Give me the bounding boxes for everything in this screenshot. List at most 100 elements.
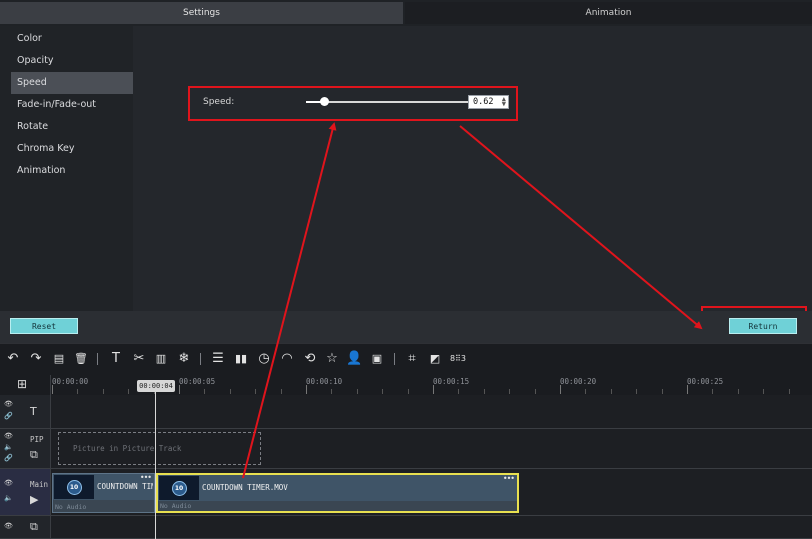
redo-icon[interactable]: ↷ bbox=[28, 351, 44, 367]
ruler-tick bbox=[763, 389, 764, 394]
nav-item-fade[interactable]: Fade-in/Fade-out bbox=[11, 94, 133, 116]
ruler-tick bbox=[535, 389, 536, 394]
tick-label: 00:00:00 bbox=[52, 377, 89, 386]
mosaic-icon[interactable]: ◩ bbox=[427, 351, 443, 367]
eye-icon[interactable]: 👁 bbox=[4, 432, 13, 440]
person-icon[interactable]: 👤 bbox=[346, 351, 362, 367]
nav-item-rotate[interactable]: Rotate bbox=[11, 116, 133, 138]
pip-placeholder[interactable]: Picture in Picture Track bbox=[58, 432, 261, 465]
ruler-tick bbox=[484, 389, 485, 394]
text-track-header: 👁 🔗 T bbox=[0, 395, 51, 429]
tab-animation[interactable]: Animation bbox=[405, 2, 812, 24]
ruler-tick bbox=[103, 389, 104, 394]
tick-label: 00:00:15 bbox=[433, 377, 470, 386]
clip-audio-label: No Audio bbox=[55, 503, 87, 511]
tick-label: 00:00:25 bbox=[687, 377, 724, 386]
ruler-tick bbox=[281, 389, 282, 394]
video-track-icon: ▶ bbox=[30, 493, 39, 506]
paste-icon[interactable]: ▤ bbox=[51, 351, 67, 367]
delete-icon[interactable]: 🗑 bbox=[73, 351, 89, 367]
clock-icon[interactable]: ◷ bbox=[256, 351, 272, 367]
more-icon[interactable]: ••• bbox=[503, 474, 515, 483]
ruler-tick bbox=[687, 385, 688, 394]
toolbar-separator bbox=[200, 353, 201, 365]
text-track[interactable] bbox=[51, 395, 812, 429]
link-icon[interactable]: 🔗 bbox=[4, 412, 13, 420]
clip-thumb-badge: 10 bbox=[171, 480, 187, 496]
main-track-header: 👁 🔈 Main ▶ bbox=[0, 469, 51, 516]
split-icon[interactable]: ▥ bbox=[153, 351, 169, 367]
transition-icon[interactable]: ⟲ bbox=[302, 351, 318, 367]
settings-content bbox=[133, 26, 812, 311]
speed-icon[interactable]: ◠ bbox=[279, 351, 295, 367]
speaker-icon[interactable]: 🔈 bbox=[4, 494, 13, 502]
eye-icon[interactable]: 👁 bbox=[4, 479, 13, 487]
nav-item-speed[interactable]: Speed bbox=[11, 72, 133, 94]
clip-title: COUNTDOWN TIMER.MOV bbox=[202, 483, 288, 492]
audio-bars-icon[interactable]: ▮▮ bbox=[233, 351, 249, 367]
ruler-tick bbox=[179, 385, 180, 394]
nav-item-animation[interactable]: Animation bbox=[11, 160, 133, 182]
add-track-icon[interactable]: ⊞ bbox=[17, 377, 27, 391]
tick-label: 00:00:05 bbox=[179, 377, 216, 386]
ruler-tick bbox=[357, 389, 358, 394]
nav-item-color[interactable]: Color bbox=[11, 28, 133, 50]
audio-track[interactable] bbox=[51, 516, 812, 539]
adjust-icon[interactable]: ☰ bbox=[210, 351, 226, 367]
undo-icon[interactable]: ↶ bbox=[5, 351, 21, 367]
clip-audio-label: No Audio bbox=[160, 502, 192, 510]
more-icon[interactable]: ••• bbox=[140, 473, 152, 482]
toolbar-separator bbox=[394, 353, 395, 365]
ruler-tick bbox=[738, 389, 739, 394]
tick-label: 00:00:10 bbox=[306, 377, 343, 386]
pip-track-icon: ⧉ bbox=[30, 448, 38, 461]
record-icon[interactable]: ▣ bbox=[369, 351, 385, 367]
ruler-tick bbox=[408, 389, 409, 394]
video-clip-selected[interactable]: 10 COUNTDOWN TIMER.MOV No Audio ••• bbox=[156, 473, 519, 513]
nav-item-opacity[interactable]: Opacity bbox=[11, 50, 133, 72]
ruler-tick bbox=[433, 385, 434, 394]
return-button[interactable]: Return bbox=[729, 318, 797, 334]
ruler-tick bbox=[662, 389, 663, 394]
clip-title: COUNTDOWN TIM bbox=[97, 482, 153, 491]
crop-icon[interactable]: ⌗ bbox=[404, 351, 420, 367]
grid-icon[interactable]: 8⠿3 bbox=[448, 351, 468, 367]
text-icon[interactable]: T bbox=[108, 351, 124, 367]
ruler-tick bbox=[230, 389, 231, 394]
star-icon[interactable]: ☆ bbox=[324, 351, 340, 367]
nav-item-chroma-key[interactable]: Chroma Key bbox=[11, 138, 133, 160]
link-icon[interactable]: 🔗 bbox=[4, 454, 13, 462]
clip-thumbnail: 10 bbox=[159, 476, 199, 500]
ruler-tick bbox=[712, 389, 713, 394]
ruler-tick bbox=[636, 389, 637, 394]
speaker-icon[interactable]: 🔈 bbox=[4, 443, 13, 451]
ruler-tick bbox=[255, 389, 256, 394]
ruler-tick bbox=[204, 389, 205, 394]
reset-button[interactable]: Reset bbox=[10, 318, 78, 334]
tick-label: 00:00:20 bbox=[560, 377, 597, 386]
ruler-tick bbox=[560, 385, 561, 394]
video-clip[interactable]: 10 COUNTDOWN TIM No Audio ••• bbox=[52, 473, 155, 513]
playhead-line[interactable] bbox=[155, 392, 156, 539]
eye-icon[interactable]: 👁 bbox=[4, 400, 13, 408]
ruler-tick bbox=[52, 385, 53, 394]
ruler-tick bbox=[509, 389, 510, 394]
cut-icon[interactable]: ✂ bbox=[131, 351, 147, 367]
freeze-icon[interactable]: ❄ bbox=[176, 351, 192, 367]
settings-footer bbox=[0, 311, 812, 343]
annotation-box-speed bbox=[188, 86, 518, 121]
ruler-tick bbox=[306, 385, 307, 394]
clip-thumbnail: 10 bbox=[54, 475, 94, 499]
ruler-tick bbox=[585, 389, 586, 394]
playhead-time[interactable]: 00:00:04 bbox=[137, 380, 175, 392]
main-track-label: Main bbox=[30, 480, 49, 489]
eye-icon[interactable]: 👁 bbox=[4, 522, 13, 530]
ruler-tick bbox=[789, 389, 790, 394]
clip-thumb-badge: 10 bbox=[66, 479, 82, 495]
ruler-tick bbox=[458, 389, 459, 394]
ruler-tick bbox=[611, 389, 612, 394]
tab-settings[interactable]: Settings bbox=[0, 2, 403, 24]
ruler-tick bbox=[77, 389, 78, 394]
pip-track-label: PIP bbox=[30, 435, 44, 444]
clip-audio-strip bbox=[158, 501, 517, 511]
